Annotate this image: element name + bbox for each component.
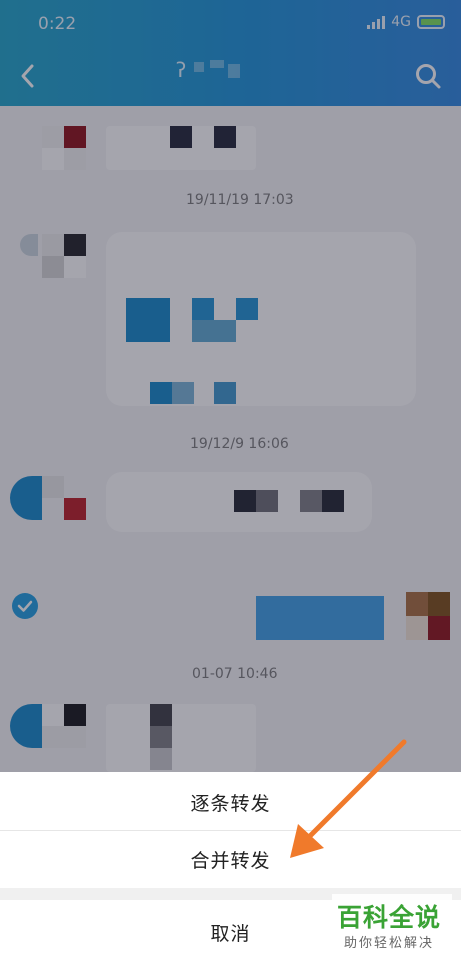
watermark: 百科全说 助你轻松解决 <box>332 894 452 956</box>
arrow-annotation-icon <box>290 739 407 858</box>
watermark-title: 百科全说 <box>337 903 442 932</box>
watermark-subtitle: 助你轻松解决 <box>344 936 435 951</box>
